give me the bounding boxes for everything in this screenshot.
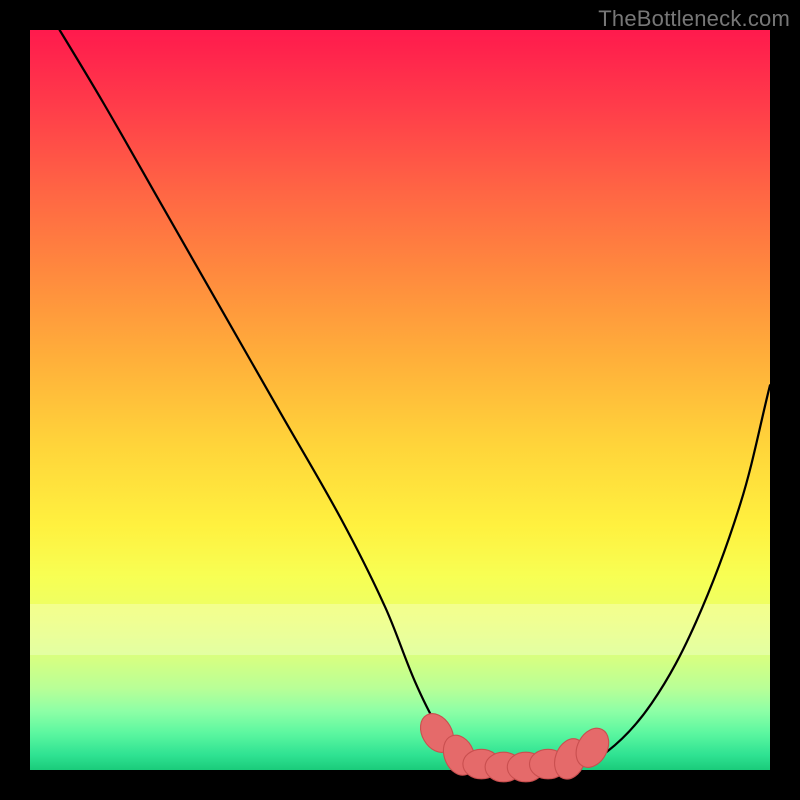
bottleneck-curve <box>60 30 770 770</box>
marker-group <box>414 708 615 784</box>
chart-overlay <box>30 30 770 770</box>
watermark-text: TheBottleneck.com <box>598 6 790 32</box>
chart-frame: TheBottleneck.com <box>0 0 800 800</box>
